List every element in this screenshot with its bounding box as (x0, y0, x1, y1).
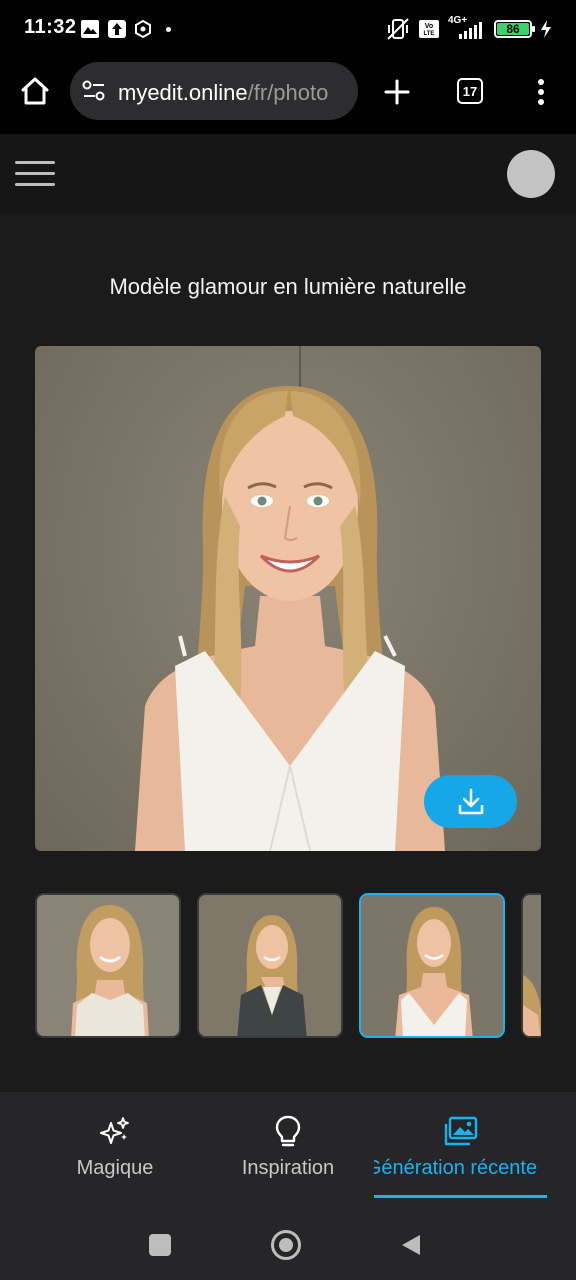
thumbnail-4[interactable] (521, 893, 541, 1038)
battery-icon: 86 (494, 20, 535, 38)
nav-generation-recente[interactable]: Génération récente (374, 1092, 547, 1210)
hamburger-menu-icon[interactable] (15, 160, 55, 188)
thumbnail-portrait (523, 895, 541, 1036)
images-icon (444, 1116, 477, 1146)
active-tab-indicator (374, 1195, 547, 1198)
site-settings-icon[interactable] (82, 80, 106, 102)
thumbnail-portrait (37, 895, 179, 1036)
lightbulb-icon (275, 1115, 301, 1147)
download-icon (458, 788, 483, 814)
svg-text:Vo: Vo (425, 23, 433, 30)
avatar[interactable] (507, 150, 555, 198)
app-header (0, 134, 576, 214)
more-options-icon[interactable] (530, 78, 552, 106)
nav-inspiration[interactable]: Inspiration (228, 1092, 348, 1210)
svg-text:LTE: LTE (424, 31, 435, 37)
address-bar[interactable]: myedit.online/fr/photo (70, 62, 358, 120)
thumbnail-3-selected[interactable] (359, 893, 505, 1038)
nav-label-magique: Magique (76, 1157, 154, 1179)
cell-signal-icon: 4G+ (448, 15, 486, 41)
app-notification-icon (135, 19, 151, 39)
download-button[interactable] (424, 775, 517, 828)
thumbnail-portrait (361, 895, 503, 1036)
nav-label-generation-recente: Génération récente (374, 1157, 538, 1179)
charging-icon (541, 20, 551, 38)
volte-icon: Vo LTE (419, 20, 439, 38)
recent-apps-button[interactable] (149, 1234, 171, 1256)
main-content: Modèle glamour en lumière naturelle (0, 214, 576, 1092)
sparkles-icon (100, 1117, 129, 1144)
new-tab-icon[interactable] (383, 78, 411, 106)
page-title: Modèle glamour en lumière naturelle (109, 274, 467, 299)
thumbnail-1[interactable] (35, 893, 181, 1038)
tab-switcher-button[interactable]: 17 (457, 78, 483, 104)
upload-notification-icon (108, 20, 126, 38)
more-notifications-dot (166, 27, 171, 32)
status-time: 11:32 (24, 16, 77, 38)
home-icon[interactable] (20, 76, 50, 106)
nav-magique[interactable]: Magique (64, 1092, 166, 1210)
thumbnail-portrait (199, 895, 341, 1036)
battery-level: 86 (506, 22, 520, 36)
url-host: myedit.online (118, 80, 248, 105)
back-icon[interactable] (400, 1233, 422, 1257)
url-text[interactable]: myedit.online/fr/photo (118, 80, 328, 106)
browser-toolbar: myedit.online/fr/photo 17 (0, 58, 576, 134)
thumbnail-2[interactable] (197, 893, 343, 1038)
system-navigation-bar (0, 1210, 576, 1280)
photo-notification-icon (81, 20, 99, 38)
bottom-navigation: Magique Inspiration Génération récente (0, 1092, 576, 1210)
thumbnail-strip (35, 892, 541, 1039)
home-button[interactable] (271, 1230, 301, 1260)
generated-image[interactable] (35, 346, 541, 851)
status-bar: 11:32 Vo LTE 4G+ 86 (0, 0, 576, 58)
url-path: /fr/photo (247, 80, 329, 105)
nav-label-inspiration: Inspiration (241, 1157, 335, 1179)
vibrate-off-icon (387, 18, 409, 40)
